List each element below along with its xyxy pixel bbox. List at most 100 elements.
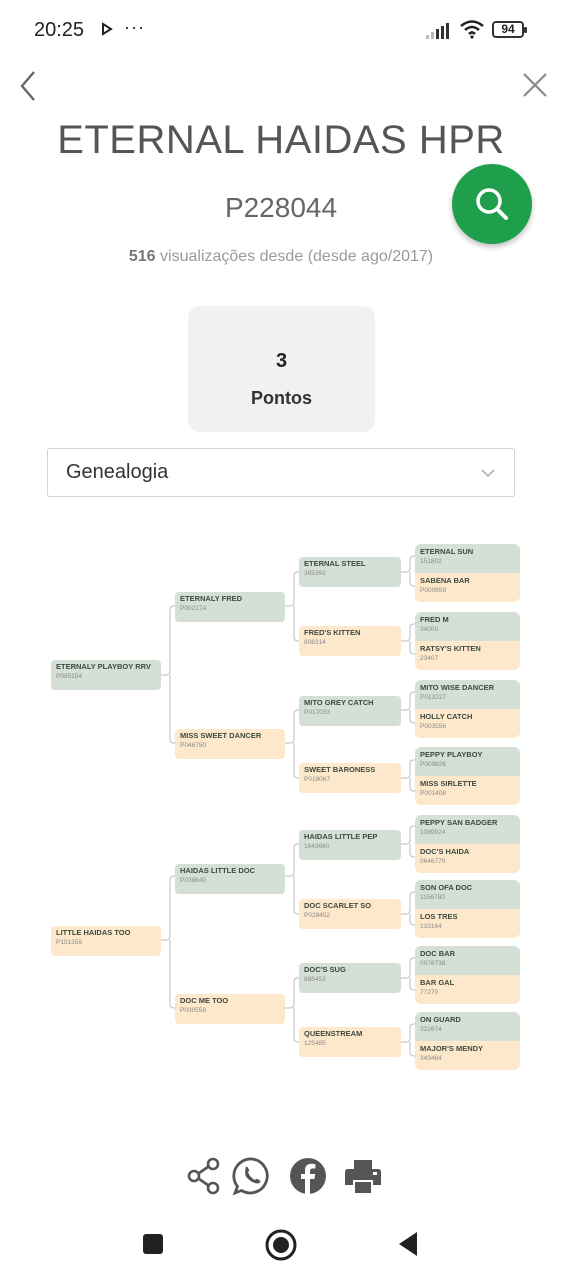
pedigree-pair: DOC BAR 0076738 BAR GAL 77270 [415, 946, 520, 1004]
horse-reg: 343464 [420, 1055, 442, 1062]
horse-name: SWEET BARONESS [304, 765, 376, 774]
horse-name: ON GUARD [420, 1015, 461, 1024]
horse-reg: 0076738 [420, 960, 446, 967]
pedigree-node[interactable]: SWEET BARONESS P018067 [299, 763, 401, 793]
pedigree-node[interactable]: MITO WISE DANCER P013227 [415, 680, 520, 709]
chevron-down-icon [481, 469, 495, 478]
horse-reg: P003556 [420, 723, 447, 730]
horse-name: FRED M [420, 615, 449, 624]
horse-reg: 1643660 [304, 843, 330, 850]
pedigree-node[interactable]: PEPPY PLAYBOY P009826 [415, 747, 520, 776]
pedigree-node[interactable]: ON GUARD 322674 [415, 1012, 520, 1041]
horse-name: HAIDAS LITTLE DOC [180, 866, 255, 875]
horse-reg: P017033 [304, 709, 331, 716]
pedigree-node[interactable]: RATSY'S KITTEN 23407 [415, 641, 520, 670]
close-icon[interactable] [520, 70, 550, 100]
horse-name: DOC'S HAIDA [420, 847, 470, 856]
horse-reg: P00217A [180, 605, 207, 612]
pedigree-node[interactable]: HAIDAS LITTLE DOC P038640 [175, 864, 285, 894]
horse-reg: P000659 [420, 587, 447, 594]
horse-reg: P001408 [420, 790, 447, 797]
pedigree-node[interactable]: ETERNAL SUN 151802 [415, 544, 520, 573]
facebook-icon[interactable] [288, 1156, 328, 1196]
home-button[interactable] [264, 1228, 298, 1262]
pedigree-tree: ETERNALY PLAYBOY RRV P085154 LITTLE HAID… [0, 530, 562, 1090]
horse-reg: 385392 [304, 570, 326, 577]
search-button[interactable] [452, 164, 532, 244]
horse-name: QUEENSTREAM [304, 1029, 363, 1038]
section-select-value: Genealogia [66, 461, 169, 483]
horse-name: DOC BAR [420, 949, 455, 958]
horse-name: MITO WISE DANCER [420, 683, 495, 692]
back-arrow-icon[interactable] [14, 68, 42, 104]
views-counter: 516 visualizações desde (desde ago/2017) [0, 248, 562, 266]
horse-name: ETERNALY PLAYBOY RRV [56, 662, 151, 671]
section-select[interactable]: Genealogia [47, 448, 515, 497]
views-since: (desde ago/2017) [307, 248, 434, 265]
pedigree-pair: PEPPY SAN BADGER 1089924 DOC'S HAIDA 064… [415, 815, 520, 873]
pedigree-node[interactable]: MAJOR'S MENDY 343464 [415, 1041, 520, 1070]
pedigree-node[interactable]: HOLLY CATCH P003556 [415, 709, 520, 738]
horse-reg: P046750 [180, 742, 207, 749]
horse-name: RATSY'S KITTEN [420, 644, 481, 653]
pedigree-node[interactable]: DOC SCARLET SO P028452 [299, 899, 401, 929]
pedigree-pair: FRED M 34000 RATSY'S KITTEN 23407 [415, 612, 520, 670]
horse-reg: P038640 [180, 877, 207, 884]
share-icon[interactable] [184, 1156, 224, 1196]
recents-button[interactable] [141, 1232, 165, 1256]
pedigree-sire[interactable]: ETERNALY PLAYBOY RRV P085154 [51, 660, 161, 690]
whatsapp-icon[interactable] [232, 1156, 272, 1196]
pedigree-pair: MITO WISE DANCER P013227 HOLLY CATCH P00… [415, 680, 520, 738]
pedigree-node[interactable]: MISS SWEET DANCER P046750 [175, 729, 285, 759]
print-icon[interactable] [343, 1156, 383, 1196]
horse-name: SON OFA DOC [420, 883, 473, 892]
wifi-icon [460, 20, 484, 39]
horse-reg: 125485 [304, 1040, 326, 1047]
pedigree-node[interactable]: PEPPY SAN BADGER 1089924 [415, 815, 520, 844]
pedigree-node[interactable]: MITO GREY CATCH P017033 [299, 696, 401, 726]
horse-reg: 685453 [304, 976, 326, 983]
horse-reg: 1156780 [420, 894, 445, 901]
pedigree-node[interactable]: ETERNALY FRED P00217A [175, 592, 285, 622]
horse-reg: P009826 [420, 761, 447, 768]
battery-icon: 94 [492, 21, 527, 38]
horse-name: MISS SIRLETTE [420, 779, 477, 788]
pedigree-node[interactable]: DOC'S SUG 685453 [299, 963, 401, 993]
pedigree-node[interactable]: BAR GAL 77270 [415, 975, 520, 1004]
signal-icon [426, 23, 449, 39]
views-text: visualizações desde [160, 248, 304, 265]
horse-reg: 151802 [420, 558, 442, 565]
status-more-dots: ··· [124, 17, 145, 37]
pedigree-node[interactable]: LOS TRES 133164 [415, 909, 520, 938]
pedigree-node[interactable]: DOC ME TOO P030558 [175, 994, 285, 1024]
horse-reg: 322674 [420, 1026, 442, 1033]
pedigree-node[interactable]: SON OFA DOC 1156780 [415, 880, 520, 909]
horse-reg: P030558 [180, 1007, 207, 1014]
pedigree-pair: ON GUARD 322674 MAJOR'S MENDY 343464 [415, 1012, 520, 1070]
back-button[interactable] [396, 1230, 420, 1258]
pedigree-node[interactable]: QUEENSTREAM 125485 [299, 1027, 401, 1057]
horse-reg: 34000 [420, 626, 439, 633]
horse-reg: P085154 [56, 673, 83, 680]
horse-name: DOC SCARLET SO [304, 901, 372, 910]
horse-name: FRED'S KITTEN [304, 628, 361, 637]
horse-reg: P028452 [304, 912, 331, 919]
status-bar: 20:25 ··· 94 [0, 0, 562, 62]
horse-name: LOS TRES [420, 912, 458, 921]
horse-name: HAIDAS LITTLE PEP [304, 832, 378, 841]
pedigree-node[interactable]: MISS SIRLETTE P001408 [415, 776, 520, 805]
horse-name: MITO GREY CATCH [304, 698, 374, 707]
horse-reg: 806314 [304, 639, 326, 646]
pedigree-node[interactable]: FRED M 34000 [415, 612, 520, 641]
pedigree-node[interactable]: DOC BAR 0076738 [415, 946, 520, 975]
pedigree-node[interactable]: HAIDAS LITTLE PEP 1643660 [299, 830, 401, 860]
pedigree-dam[interactable]: LITTLE HAIDAS TOO P151358 [51, 926, 161, 956]
share-bar [0, 1156, 562, 1200]
pedigree-pair: PEPPY PLAYBOY P009826 MISS SIRLETTE P001… [415, 747, 520, 805]
pedigree-node[interactable]: FRED'S KITTEN 806314 [299, 626, 401, 656]
play-icon [102, 22, 113, 36]
pedigree-node[interactable]: SABENA BAR P000659 [415, 573, 520, 602]
search-icon [476, 188, 508, 220]
pedigree-node[interactable]: ETERNAL STEEL 385392 [299, 557, 401, 587]
pedigree-node[interactable]: DOC'S HAIDA 0646770 [415, 844, 520, 873]
